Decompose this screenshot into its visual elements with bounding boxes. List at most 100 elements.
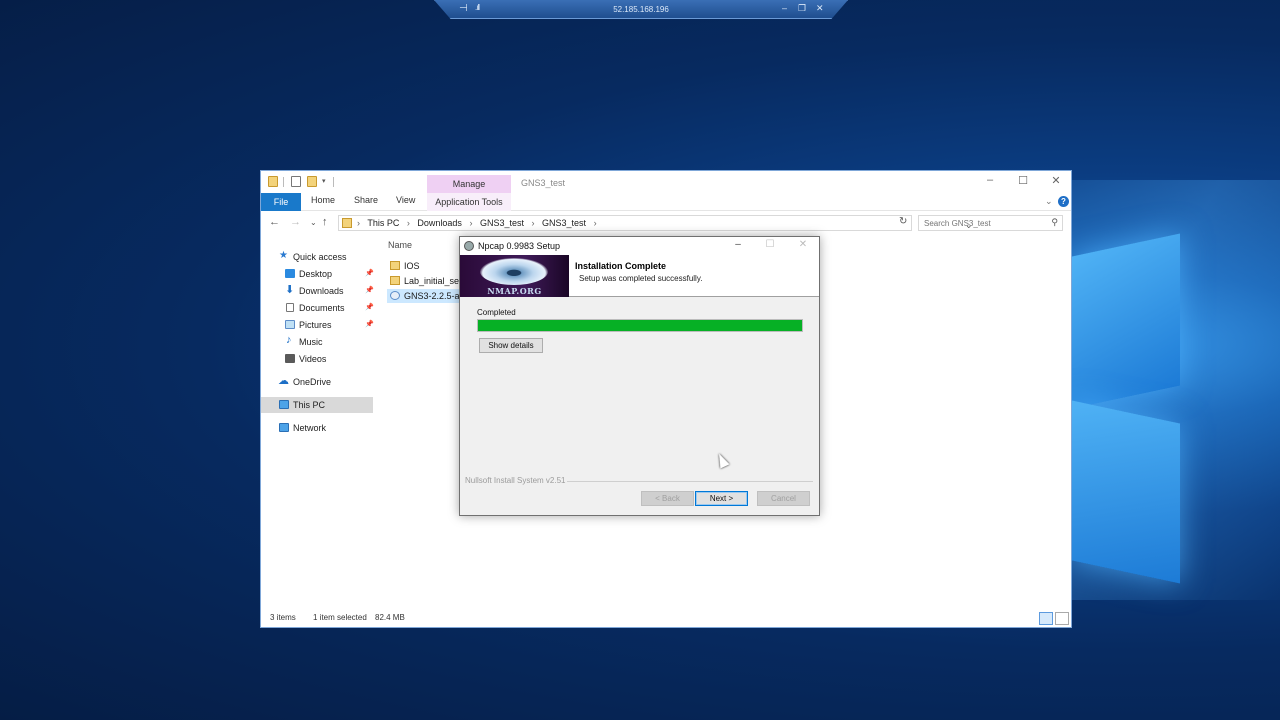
tab-view[interactable]: View [396, 195, 415, 205]
folder-icon [342, 218, 352, 228]
chevron-right-icon[interactable]: › [594, 218, 597, 228]
minimize-icon[interactable]: – [782, 3, 787, 13]
expand-ribbon-chevron-down-icon[interactable]: ⌄ [1045, 196, 1053, 207]
search-icon[interactable]: ⚲ [1051, 217, 1058, 228]
wallpaper-windows-logo-bottom [1072, 400, 1180, 584]
recent-locations-chevron-down-icon[interactable]: ⌄ [310, 218, 317, 227]
breadcrumb-this-pc[interactable]: This PC [367, 218, 399, 228]
banner-text: NMAP.ORG [487, 286, 542, 296]
sidebar-item-onedrive[interactable]: ☁ OneDrive [261, 374, 373, 390]
sidebar-item-label: Quick access [293, 252, 347, 262]
progress-label: Completed [477, 308, 516, 317]
sidebar-item-downloads[interactable]: ⬇ Downloads 📌 [261, 283, 374, 299]
close-icon[interactable]: ✕ [1041, 174, 1071, 187]
header-subtitle: Setup was completed successfully. [579, 274, 703, 283]
wallpaper-windows-logo-top [1072, 233, 1180, 409]
network-icon [279, 423, 289, 432]
navigation-pane: ★ Quick access Desktop 📌 ⬇ Downloads 📌 D… [261, 237, 375, 607]
sidebar-item-videos[interactable]: Videos [261, 351, 373, 367]
list-item[interactable]: Lab_initial_setup [387, 274, 465, 288]
sidebar-item-label: This PC [293, 400, 326, 410]
properties-icon[interactable] [291, 176, 301, 187]
tab-share[interactable]: Share [354, 195, 378, 205]
back-arrow-icon[interactable]: ← [269, 216, 280, 228]
header-title: Installation Complete [575, 261, 667, 271]
sidebar-item-label: Videos [299, 354, 327, 364]
customize-toolbar-chevron-down-icon[interactable]: ▾ [322, 177, 326, 185]
sidebar-item-music[interactable]: ♪ Music [261, 334, 373, 350]
close-icon: ✕ [798, 239, 808, 250]
cancel-button: Cancel [757, 491, 810, 506]
installer-icon [390, 291, 400, 300]
sidebar-item-pictures[interactable]: Pictures 📌 [261, 317, 374, 333]
sidebar-item-label: Music [299, 337, 323, 347]
show-details-button[interactable]: Show details [479, 338, 543, 353]
nsis-branding: Nullsoft Install System v2.51 [465, 476, 566, 485]
back-button: < Back [641, 491, 694, 506]
maximize-icon[interactable]: ☐ [1008, 174, 1038, 187]
forward-arrow-icon[interactable]: → [290, 216, 301, 228]
download-arrow-icon: ⬇ [285, 284, 295, 296]
chevron-right-icon[interactable]: › [532, 218, 535, 228]
sidebar-item-network[interactable]: Network [261, 420, 373, 436]
sidebar-item-quick-access[interactable]: ★ Quick access [261, 249, 373, 265]
new-folder-icon[interactable] [307, 176, 317, 187]
folder-icon [390, 276, 400, 285]
tab-home[interactable]: Home [311, 195, 335, 205]
search-input[interactable] [919, 216, 1044, 230]
breadcrumb-gns3-test-current[interactable]: GNS3_test [542, 218, 586, 228]
address-bar[interactable]: › This PC › Downloads › GNS3_test › GNS3… [338, 215, 973, 231]
dialog-title: Npcap 0.9983 Setup [478, 241, 561, 251]
details-view-icon[interactable] [1039, 612, 1053, 625]
file-name: IOS [404, 261, 420, 271]
window-title: GNS3_test [521, 178, 566, 188]
pin-icon: 📌 [365, 321, 374, 328]
column-header-name[interactable]: Name [388, 240, 412, 250]
close-icon[interactable]: ✕ [816, 3, 824, 14]
sidebar-item-label: Documents [299, 303, 345, 313]
folder-icon [390, 261, 400, 270]
next-button[interactable]: Next > [695, 491, 748, 506]
list-item[interactable]: GNS3-2.2.5-all-in-one [387, 289, 465, 303]
breadcrumb-downloads[interactable]: Downloads [417, 218, 462, 228]
chevron-right-icon: › [357, 218, 360, 228]
status-size: 82.4 MB [375, 613, 405, 622]
restore-icon[interactable]: ❐ [798, 3, 806, 14]
file-list: Name IOS Lab_initial_setup GNS3-2.2.5-al… [387, 237, 467, 317]
refresh-icon[interactable]: ↻ [899, 216, 907, 227]
star-icon: ★ [279, 250, 288, 261]
pictures-icon [285, 320, 295, 329]
progress-fill [478, 320, 802, 331]
sidebar-item-documents[interactable]: Documents 📌 [261, 300, 374, 316]
large-icons-view-icon[interactable] [1055, 612, 1069, 625]
toolbar-divider [333, 177, 334, 187]
minimize-icon[interactable]: – [975, 174, 1005, 186]
chevron-right-icon[interactable]: › [469, 218, 472, 228]
list-item[interactable]: IOS [387, 259, 465, 273]
tab-file[interactable]: File [261, 193, 301, 211]
desktop-icon [285, 269, 295, 278]
help-icon[interactable]: ? [1058, 196, 1069, 207]
ribbon-tabs: File Home Share View Application Tools ⌄… [261, 193, 1071, 211]
tab-application-tools[interactable]: Application Tools [427, 193, 511, 211]
sidebar-item-desktop[interactable]: Desktop 📌 [261, 266, 374, 282]
installer-icon [464, 241, 474, 251]
sidebar-item-this-pc[interactable]: This PC [261, 397, 373, 413]
maximize-icon: ☐ [765, 239, 775, 250]
status-bar: 3 items 1 item selected 82.4 MB [261, 609, 1071, 627]
file-name: GNS3-2.2.5-all-in-one [404, 291, 465, 301]
breadcrumb-gns3-test[interactable]: GNS3_test [480, 218, 524, 228]
cloud-icon: ☁ [278, 375, 289, 387]
pin-icon: 📌 [365, 270, 374, 277]
chevron-right-icon[interactable]: › [407, 218, 410, 228]
setup-title-bar: Npcap 0.9983 Setup – ☐ ✕ [460, 237, 819, 255]
status-selection: 1 item selected [313, 613, 367, 622]
up-arrow-icon[interactable]: ↑ [322, 216, 328, 228]
pin-icon: 📌 [365, 304, 374, 311]
eye-logo-icon [480, 258, 548, 285]
minimize-icon[interactable]: – [726, 239, 750, 250]
breadcrumb: › This PC › Downloads › GNS3_test › GNS3… [357, 218, 602, 228]
explorer-title-bar: ▾ Manage GNS3_test – ☐ ✕ [261, 171, 1071, 193]
search-box[interactable]: ⚲ [918, 215, 1063, 231]
tab-manage[interactable]: Manage [427, 175, 511, 193]
